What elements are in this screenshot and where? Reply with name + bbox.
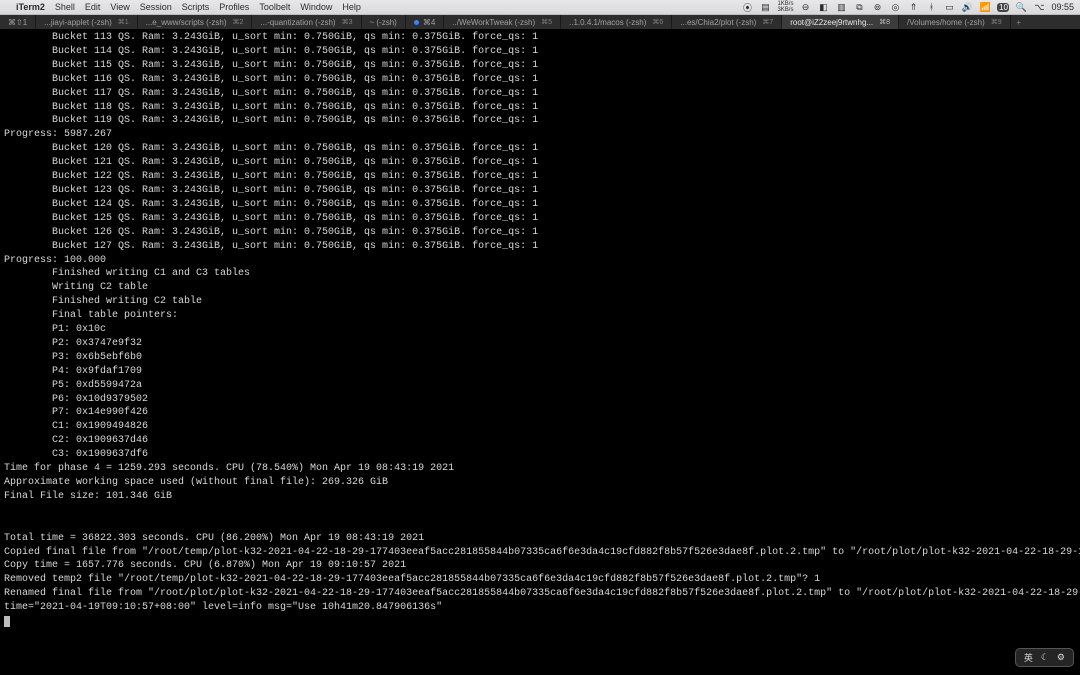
macos-menubar: iTerm2 Shell Edit View Session Scripts P… [0, 0, 1080, 15]
menu-toolbelt[interactable]: Toolbelt [259, 2, 290, 12]
iterm-tab[interactable]: ⌘4 [406, 15, 444, 29]
moon-icon[interactable]: ☾ [1041, 652, 1049, 663]
tab-label: ...-quantization (-zsh) [260, 18, 335, 27]
iterm-tab[interactable]: ...jiayi-applet (-zsh) ⌘1 [36, 15, 137, 29]
menulet-icon[interactable]: ◧ [817, 2, 829, 13]
tab-shortcut: ⌘9 [991, 18, 1002, 26]
tab-shortcut: ⌘6 [652, 18, 663, 26]
tab-label: ⌘4 [423, 18, 435, 27]
input-source-pill[interactable]: 英 ☾ ⚙ [1015, 648, 1074, 667]
tab-label: ~ (-zsh) [370, 18, 397, 27]
spotlight-icon[interactable]: 🔍 [1015, 2, 1027, 13]
tab-label: root@iZ2zeej9rtwnhg... [790, 18, 873, 27]
iterm-tab[interactable]: root@iZ2zeej9rtwnhg... ⌘8 [782, 15, 899, 29]
menulet-icon[interactable]: ⊚ [871, 2, 883, 13]
menu-view[interactable]: View [110, 2, 129, 12]
tab-label: ...es/Chia2/plot (-zsh) [680, 18, 756, 27]
battery-icon[interactable]: ▭ [943, 2, 955, 13]
tab-shortcut: ⌘8 [879, 18, 890, 26]
menu-scripts[interactable]: Scripts [182, 2, 210, 12]
terminal-output[interactable]: Bucket 113 QS. Ram: 3.243GiB, u_sort min… [0, 29, 1080, 675]
menubar-app-name[interactable]: iTerm2 [16, 2, 45, 12]
menu-edit[interactable]: Edit [85, 2, 101, 12]
menubar-right: ⦿ ▤ 1KB/s 3KB/s ⊖ ◧ ▥ ⧉ ⊚ ◎ ⇑ ᚼ ▭ 🔊 📶 10… [741, 1, 1074, 14]
iterm-tab[interactable]: ...-quantization (-zsh) ⌘3 [252, 15, 361, 29]
iterm-tabbar: ⌘⇧1 ...jiayi-applet (-zsh) ⌘1 ...e_www/scri… [0, 15, 1080, 29]
tab-shortcut: ⌘5 [541, 18, 552, 26]
iterm-tab[interactable]: ...es/Chia2/plot (-zsh) ⌘7 [672, 15, 782, 29]
bluetooth-icon[interactable]: ᚼ [925, 2, 937, 12]
menu-window[interactable]: Window [300, 2, 332, 12]
tab-label: ../WeWorkTweak (-zsh) [452, 18, 535, 27]
screen-share-icon[interactable]: ⧉ [853, 2, 865, 13]
menu-session[interactable]: Session [140, 2, 172, 12]
tab-label: /Volumes/home (-zsh) [907, 18, 985, 27]
menu-profiles[interactable]: Profiles [219, 2, 249, 12]
iterm-tab[interactable]: /Volumes/home (-zsh) ⌘9 [899, 15, 1011, 29]
tab-shortcut: ⌘2 [233, 18, 244, 26]
menubar-clock[interactable]: 09:55 [1051, 2, 1074, 12]
iterm-tab[interactable]: ...e_www/scripts (-zsh) ⌘2 [138, 15, 253, 29]
gear-icon[interactable]: ⚙ [1057, 652, 1065, 663]
menulet-icon[interactable]: ⦿ [741, 1, 753, 14]
tab-label: ...e_www/scripts (-zsh) [146, 18, 227, 27]
rocket-icon[interactable]: ⇑ [907, 2, 919, 13]
input-lang[interactable]: 英 [1024, 651, 1033, 664]
badge-count[interactable]: 10 [997, 3, 1009, 12]
tab-status-dot [414, 20, 419, 25]
new-tab-button[interactable]: + [1011, 15, 1027, 29]
menu-shell[interactable]: Shell [55, 2, 75, 12]
menubar-left: iTerm2 Shell Edit View Session Scripts P… [6, 2, 361, 12]
tab-shortcut: ⌘3 [342, 18, 353, 26]
terminal-cursor [4, 616, 10, 627]
net-down: 3KB/s [777, 7, 793, 13]
wifi-icon[interactable]: 📶 [979, 2, 991, 13]
tab-label: ..1.0.4.1/macos (-zsh) [569, 18, 646, 27]
menulet-icon[interactable]: ▥ [835, 2, 847, 13]
tab-shortcut: ⌘1 [118, 18, 129, 26]
tab-shortcut: ⌘7 [762, 18, 773, 26]
menulet-icon[interactable]: ◎ [889, 2, 901, 13]
menulet-icon[interactable]: ▤ [759, 2, 771, 13]
iterm-tab[interactable]: ..1.0.4.1/macos (-zsh) ⌘6 [561, 15, 672, 29]
iterm-tab[interactable]: ~ (-zsh) [362, 15, 406, 29]
iterm-tab[interactable]: ../WeWorkTweak (-zsh) ⌘5 [444, 15, 561, 29]
control-center-icon[interactable]: ⌥ [1033, 2, 1045, 13]
tab-label: ⌘⇧1 [8, 18, 27, 27]
network-speed[interactable]: 1KB/s 3KB/s [777, 1, 793, 13]
volume-icon[interactable]: 🔊 [961, 2, 973, 13]
iterm-tab[interactable]: ⌘⇧1 [0, 15, 36, 29]
tab-label: ...jiayi-applet (-zsh) [44, 18, 112, 27]
do-not-disturb-icon[interactable]: ⊖ [799, 2, 811, 13]
menu-help[interactable]: Help [342, 2, 361, 12]
